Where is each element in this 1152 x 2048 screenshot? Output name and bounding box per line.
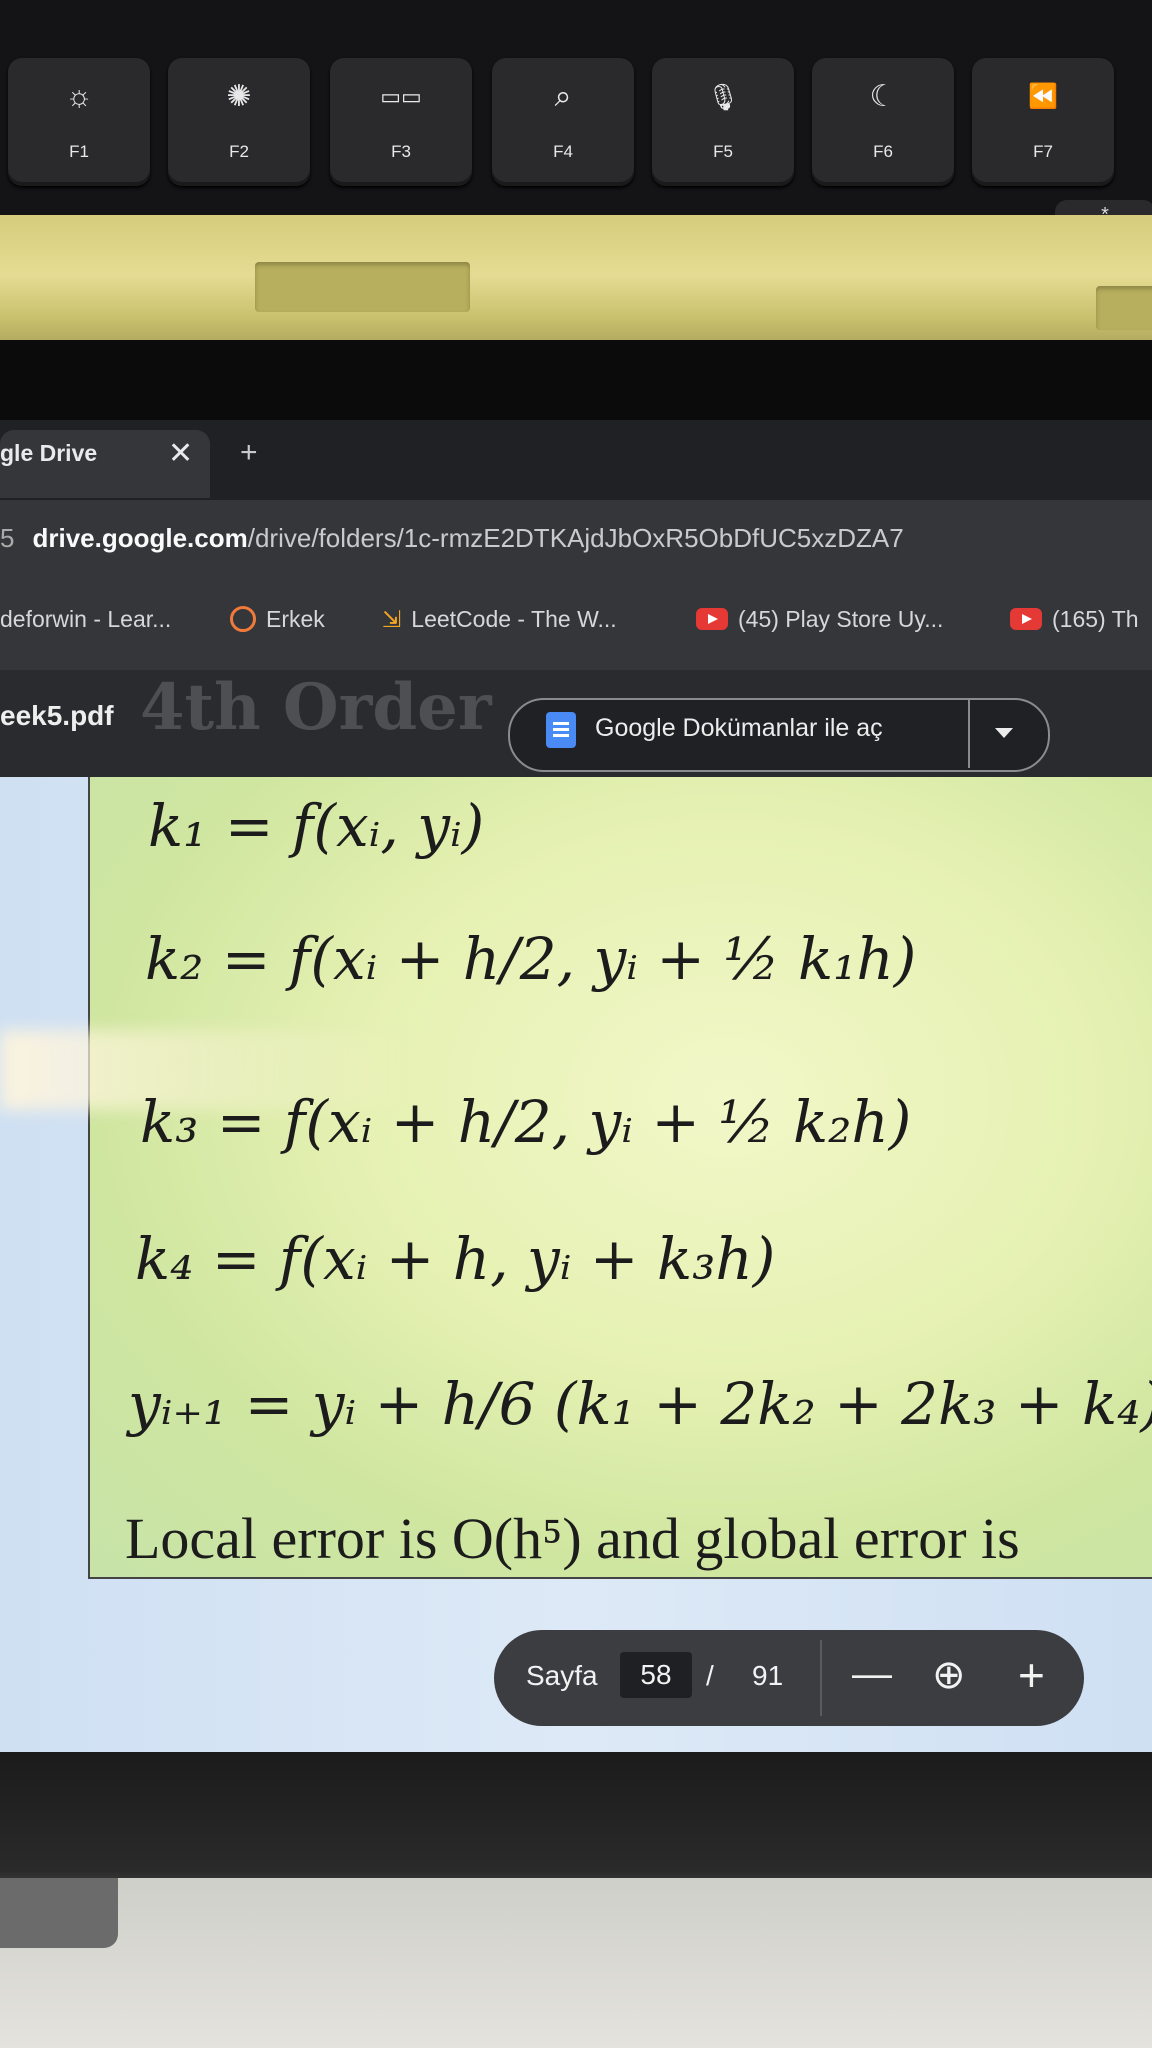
- key-label: F7: [1033, 142, 1053, 161]
- bookmark-item[interactable]: (45) Play Store Uy...: [696, 606, 943, 633]
- moon-icon: ☾: [869, 80, 897, 113]
- leetcode-icon: ⇲: [382, 606, 402, 632]
- pdf-heading-behind-toolbar: 4th Order: [140, 670, 492, 745]
- rewind-icon: ⏪: [1028, 83, 1058, 110]
- local-error-text: Local error is O(h⁵) and global error is: [125, 1506, 1020, 1571]
- button-divider: [968, 700, 970, 768]
- equation-y-next: yᵢ₊₁ = yᵢ + h/6 (k₁ + 2k₂ + 2k₃ + k₄): [128, 1370, 1152, 1438]
- microphone-icon: 🎙: [706, 82, 740, 112]
- bookmark-label: LeetCode - The W...: [411, 606, 617, 632]
- desk-object: [0, 1878, 118, 1948]
- bookmark-label: Erkek: [266, 606, 325, 632]
- url-path: /drive/folders/1c-rmzE2DTKAjdJbOxR5ObDfU…: [247, 523, 904, 553]
- key-f3[interactable]: ▭▭ F3: [330, 58, 472, 186]
- key-star[interactable]: *: [1055, 200, 1152, 215]
- bookmark-label: (45) Play Store Uy...: [738, 606, 944, 632]
- equation-k1: k₁ = f(xᵢ, yᵢ): [148, 792, 485, 860]
- total-pages: 91: [752, 1660, 784, 1691]
- key-label: F3: [391, 142, 411, 161]
- desk-surface: [0, 1878, 1152, 2048]
- open-with-label[interactable]: Google Dokümanlar ile aç: [595, 714, 883, 743]
- keyboard: ☼ F1 ✺ F2 ▭▭ F3 ⌕ F4 🎙 F5 ☾ F6 ⏪ F7 *: [0, 0, 1152, 215]
- pager-divider: [820, 1640, 822, 1716]
- new-tab-icon[interactable]: +: [240, 436, 258, 470]
- hinge-slot: [1096, 286, 1152, 330]
- key-label: F5: [713, 142, 733, 161]
- zoom-in-icon[interactable]: +: [1018, 1648, 1045, 1702]
- equation-k2: k₂ = f(xᵢ + h/2, yᵢ + ½ k₁h): [145, 925, 917, 993]
- url-prefix: 5: [0, 523, 15, 553]
- page-separator: /: [706, 1660, 714, 1691]
- bookmark-item[interactable]: (165) Th: [1010, 606, 1139, 633]
- page-label: Sayfa: [526, 1660, 598, 1691]
- key-label: F6: [873, 142, 893, 161]
- pdf-page: [88, 777, 1152, 1579]
- search-icon: ⌕: [554, 80, 572, 113]
- key-f4[interactable]: ⌕ F4: [492, 58, 634, 186]
- equation-k4: k₄ = f(xᵢ + h, yᵢ + k₃h): [135, 1225, 776, 1293]
- tab-title[interactable]: gle Drive: [0, 440, 97, 467]
- bookmark-item[interactable]: Erkek: [230, 606, 325, 633]
- key-f7[interactable]: ⏪ F7: [972, 58, 1114, 186]
- chevron-down-icon[interactable]: [995, 728, 1013, 738]
- zoom-icon[interactable]: ⊕: [932, 1652, 966, 1698]
- equation-k3: k₃ = f(xᵢ + h/2, yᵢ + ½ k₂h): [140, 1088, 912, 1156]
- youtube-icon: [696, 608, 728, 630]
- key-f6[interactable]: ☾ F6: [812, 58, 954, 186]
- erkek-icon: [230, 606, 256, 632]
- pdf-filename: eek5.pdf: [0, 700, 114, 731]
- key-f2[interactable]: ✺ F2: [168, 58, 310, 186]
- mission-control-icon: ▭▭: [380, 84, 422, 109]
- url-field[interactable]: 5 drive.google.com/drive/folders/1c-rmzE2…: [0, 523, 904, 554]
- zoom-out-icon[interactable]: —: [852, 1652, 892, 1697]
- brightness-low-icon: ☼: [65, 80, 93, 113]
- url-host: drive.google.com: [32, 523, 248, 553]
- key-f1[interactable]: ☼ F1: [8, 58, 150, 186]
- key-f5[interactable]: 🎙 F5: [652, 58, 794, 186]
- hinge-slot: [255, 262, 470, 312]
- key-label: F2: [229, 142, 249, 161]
- key-label: F1: [69, 142, 89, 161]
- youtube-icon: [1010, 608, 1042, 630]
- bookmark-label: (165) Th: [1052, 606, 1139, 632]
- bookmark-label: deforwin - Lear...: [0, 606, 172, 632]
- bookmark-item[interactable]: deforwin - Lear...: [0, 606, 171, 633]
- close-icon[interactable]: ✕: [168, 436, 193, 471]
- brightness-high-icon: ✺: [226, 80, 252, 113]
- key-label: F4: [553, 142, 573, 161]
- bookmark-item[interactable]: ⇲ LeetCode - The W...: [382, 606, 617, 633]
- current-page-input[interactable]: 58: [620, 1652, 692, 1698]
- google-docs-icon: [546, 712, 576, 748]
